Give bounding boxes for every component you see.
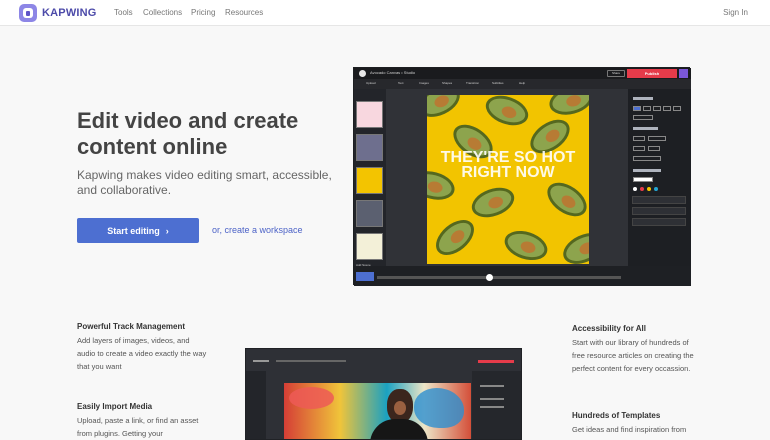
mockup-header-line bbox=[253, 360, 269, 362]
upload-tool[interactable]: Upload bbox=[366, 81, 376, 85]
feature-track-management-text: Add layers of images, videos, and audio … bbox=[77, 336, 207, 371]
canvas-overlay-text[interactable]: THEY'RE SO HOT RIGHT NOW bbox=[427, 150, 589, 181]
start-editing-button[interactable]: Start editing › bbox=[77, 218, 199, 243]
blue-swatch-icon[interactable] bbox=[654, 187, 658, 191]
nav-pricing-link[interactable]: Pricing bbox=[191, 8, 215, 17]
timeline-bar bbox=[354, 266, 691, 286]
timeline-playhead[interactable] bbox=[486, 274, 493, 281]
nav-collections-link[interactable]: Collections bbox=[143, 8, 182, 17]
add-track-button[interactable] bbox=[356, 272, 374, 281]
red-swatch-icon[interactable] bbox=[640, 187, 644, 191]
scene-sidebar: Add Scene bbox=[354, 89, 386, 267]
scene-thumbnail[interactable] bbox=[356, 233, 383, 260]
avocado-icon bbox=[481, 95, 533, 131]
brand-name[interactable]: KAPWING bbox=[42, 7, 97, 19]
size-option-button[interactable] bbox=[663, 106, 671, 111]
graffiti-photo bbox=[284, 383, 471, 439]
background-color-input[interactable] bbox=[633, 177, 653, 182]
publish-button[interactable]: Publish bbox=[627, 69, 677, 78]
align-button[interactable] bbox=[648, 146, 660, 151]
editor-toolbar: Upload Text Images Shapes Transition Sub… bbox=[354, 79, 691, 89]
mockup-properties-panel bbox=[472, 371, 521, 439]
avocado-icon bbox=[429, 213, 481, 262]
text-tool[interactable]: Text bbox=[398, 81, 404, 85]
share-button[interactable]: Share bbox=[607, 70, 625, 77]
images-tool[interactable]: Images bbox=[419, 81, 429, 85]
white-swatch-icon[interactable] bbox=[633, 187, 637, 191]
mockup-panel-line bbox=[480, 398, 504, 400]
panel-heading bbox=[633, 169, 661, 172]
panel-heading bbox=[633, 97, 653, 100]
feature-accessibility-text: Start with our library of hundreds of fr… bbox=[572, 338, 694, 373]
avocado-icon bbox=[546, 95, 589, 120]
feature-track-management-title: Powerful Track Management bbox=[77, 322, 186, 331]
feature-templates-text: Get ideas and find inspiration from bbox=[572, 425, 687, 434]
remove-padding-button[interactable] bbox=[633, 156, 661, 161]
create-workspace-link[interactable]: or, create a workspace bbox=[212, 225, 303, 235]
feature-accessibility-title: Accessibility for All bbox=[572, 324, 646, 333]
hero-title: Edit video and create content online bbox=[77, 108, 299, 159]
mockup-panel-line bbox=[480, 406, 504, 408]
size-option-button[interactable] bbox=[633, 106, 641, 111]
user-avatar-icon bbox=[359, 70, 366, 77]
feature-templates-title: Hundreds of Templates bbox=[572, 411, 661, 420]
scene-thumbnail[interactable] bbox=[356, 167, 383, 194]
timeline-track[interactable] bbox=[377, 276, 621, 279]
kapwing-logo-icon[interactable] bbox=[19, 4, 37, 22]
align-button[interactable] bbox=[648, 136, 666, 141]
properties-panel bbox=[628, 89, 691, 266]
start-editing-label: Start editing bbox=[107, 225, 160, 236]
avocado-icon bbox=[500, 225, 552, 264]
nav-tools-link[interactable]: Tools bbox=[114, 8, 133, 17]
panel-heading bbox=[633, 127, 658, 130]
shapes-tool[interactable]: Shapes bbox=[442, 81, 452, 85]
top-navigation: KAPWING Tools Collections Pricing Resour… bbox=[0, 0, 770, 26]
publish-options-button[interactable] bbox=[679, 69, 688, 78]
feature-import-media-text: Upload, paste a link, or find an asset f… bbox=[77, 416, 199, 438]
size-option-button[interactable] bbox=[643, 106, 651, 111]
yellow-swatch-icon[interactable] bbox=[647, 187, 651, 191]
scene-thumbnail[interactable] bbox=[356, 134, 383, 161]
align-button[interactable] bbox=[633, 136, 645, 141]
align-button[interactable] bbox=[633, 146, 645, 151]
avocado-icon bbox=[541, 175, 589, 224]
subtitles-tool[interactable]: Subtitles bbox=[492, 81, 504, 85]
scene-thumbnail[interactable] bbox=[356, 200, 383, 227]
feature-import-media-title: Easily Import Media bbox=[77, 402, 153, 411]
project-title: Avocado Canvas • Studio bbox=[370, 70, 416, 75]
mockup-sidebar bbox=[246, 371, 266, 439]
avocado-icon bbox=[427, 95, 465, 124]
mockup-panel-line bbox=[480, 385, 504, 387]
layer-row[interactable] bbox=[632, 196, 686, 204]
hero-subtitle: Kapwing makes video editing smart, acces… bbox=[77, 168, 332, 197]
mockup-publish-bar bbox=[478, 360, 514, 363]
editor-mockup-preview bbox=[245, 348, 522, 440]
editor-header: Avocado Canvas • Studio Share Publish bbox=[354, 68, 691, 79]
help-tool[interactable]: Help bbox=[519, 81, 525, 85]
layer-row[interactable] bbox=[632, 218, 686, 226]
avocado-icon bbox=[558, 226, 589, 264]
custom-size-button[interactable] bbox=[633, 115, 653, 120]
transition-tool[interactable]: Transition bbox=[466, 81, 479, 85]
mockup-header-line bbox=[276, 360, 346, 362]
size-option-button[interactable] bbox=[653, 106, 661, 111]
scene-thumbnail[interactable] bbox=[356, 101, 383, 128]
avocado-icon bbox=[467, 182, 519, 223]
sign-in-link[interactable]: Sign In bbox=[723, 8, 748, 17]
nav-resources-link[interactable]: Resources bbox=[225, 8, 263, 17]
chevron-right-icon: › bbox=[165, 225, 169, 236]
editor-canvas: THEY'RE SO HOT RIGHT NOW bbox=[427, 95, 589, 264]
size-option-button[interactable] bbox=[673, 106, 681, 111]
layer-row[interactable] bbox=[632, 207, 686, 215]
